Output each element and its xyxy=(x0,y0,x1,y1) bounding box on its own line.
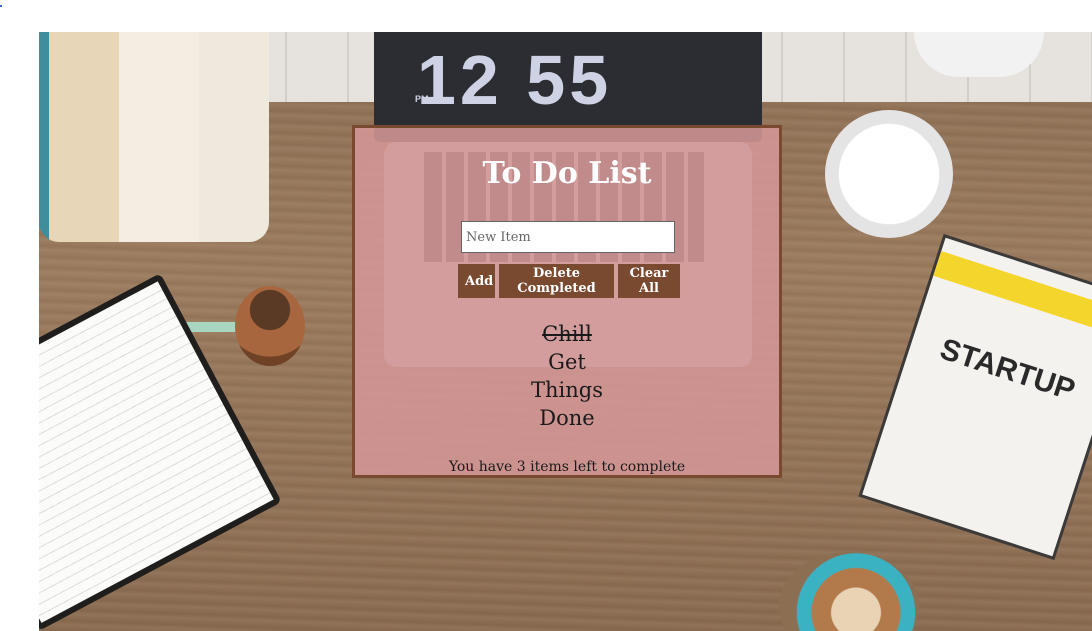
copper-cup xyxy=(235,286,305,366)
items-left-status: You have 3 items left to complete xyxy=(448,459,686,475)
coffee-cup xyxy=(779,552,919,631)
new-item-input[interactable] xyxy=(461,221,675,253)
startup-book: STARTUP xyxy=(862,237,1092,557)
book-stack xyxy=(39,32,269,242)
page-title: To Do List xyxy=(482,156,652,191)
list-item[interactable]: Get xyxy=(355,348,779,376)
clear-all-button[interactable]: Clear All xyxy=(618,264,680,298)
list-item[interactable]: Done xyxy=(355,404,779,432)
corner-dot xyxy=(0,5,2,7)
add-button[interactable]: Add xyxy=(458,264,495,298)
list-item[interactable]: Things xyxy=(355,376,779,404)
clock-display: 12 55 xyxy=(417,41,613,119)
todo-list: Chill Get Things Done xyxy=(355,320,779,432)
todo-panel: To Do List Add Delete Completed Clear Al… xyxy=(352,125,782,478)
clock-period: PM xyxy=(415,94,429,104)
list-item[interactable]: Chill xyxy=(355,320,779,348)
book-band xyxy=(933,251,1092,338)
book-title: STARTUP xyxy=(936,332,1079,408)
lamp-base xyxy=(825,110,953,238)
delete-completed-button[interactable]: Delete Completed xyxy=(499,264,614,298)
